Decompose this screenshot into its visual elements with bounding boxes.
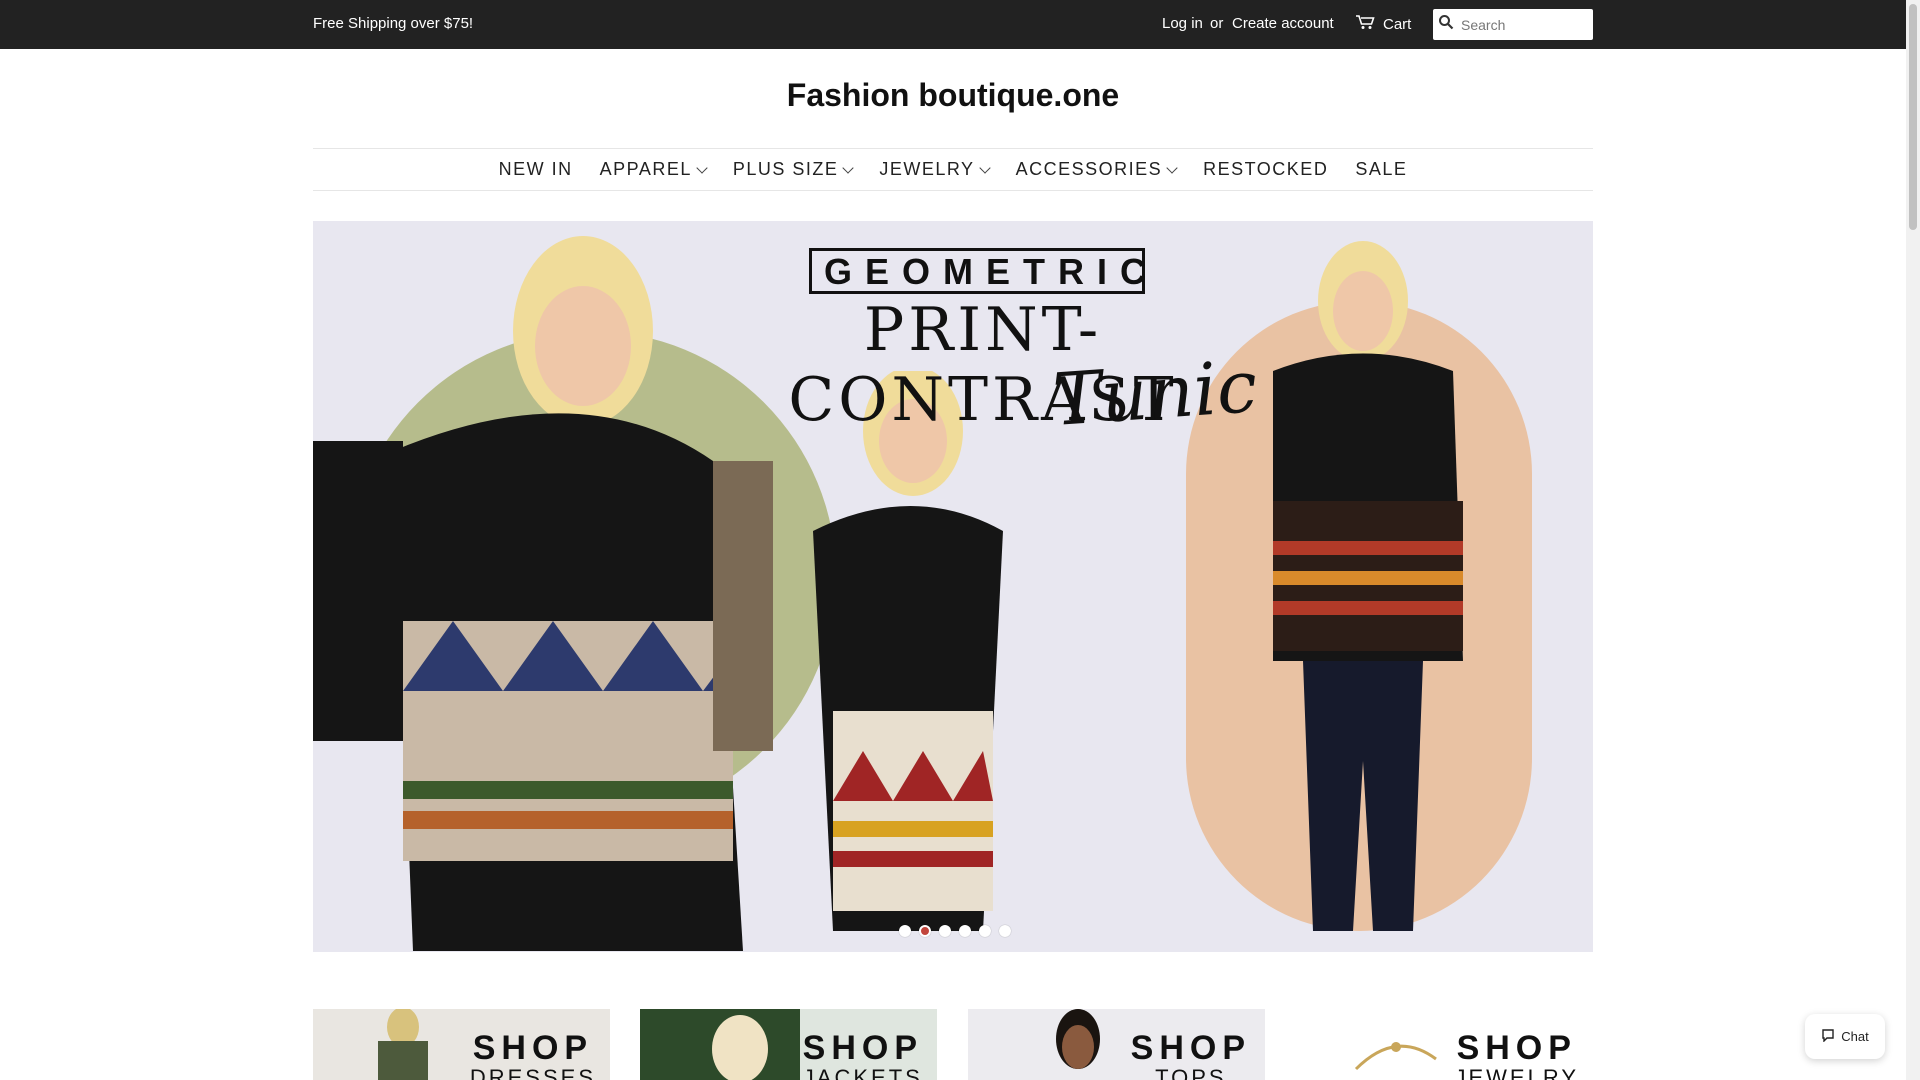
slide-dot-2[interactable] [919, 925, 931, 937]
site-logo[interactable]: Fashion boutique.one [0, 77, 1906, 114]
nav-item-apparel[interactable]: APPAREL [599, 159, 708, 180]
nav-label: NEW IN [498, 159, 573, 179]
hero-heading-tunic: Tunic [1050, 343, 1260, 443]
top-bar: Free Shipping over $75! Log in or Create… [0, 0, 1906, 49]
slide-dot-1[interactable] [899, 925, 911, 937]
nav-label: ACCESSORIES [1015, 159, 1163, 179]
or-separator: or [1210, 15, 1224, 32]
slide-dot-6[interactable] [999, 925, 1011, 937]
category-tiles: SHOP DRESSES SHOP JACKETS SHOP TOPS SHOP JEW… [313, 1009, 1593, 1080]
tile-line2: TOPS [1155, 1065, 1227, 1080]
chat-label: Chat [1841, 1029, 1869, 1044]
tile-shop-tops[interactable]: SHOP TOPS [968, 1009, 1265, 1080]
scrollbar-thumb[interactable] [1909, 4, 1917, 230]
slide-dot-3[interactable] [939, 925, 951, 937]
tile-image-tops [1056, 1009, 1100, 1069]
nav-item-plus-size[interactable]: PLUS SIZE [732, 159, 855, 180]
search-box[interactable] [1433, 9, 1593, 40]
cart-link[interactable]: Cart [1355, 14, 1411, 34]
search-input[interactable] [1459, 15, 1583, 34]
chat-icon [1821, 1028, 1835, 1045]
cart-label: Cart [1383, 15, 1412, 33]
slide-dot-4[interactable] [959, 925, 971, 937]
hero-model-center [813, 371, 1003, 931]
hero-heading-geometric: GEOMETRIC [809, 248, 1146, 294]
chevron-down-icon [842, 161, 855, 174]
create-account-link[interactable]: Create account [1232, 15, 1334, 32]
tile-image-dresses [378, 1009, 428, 1080]
tile-line1: SHOP [802, 1029, 923, 1067]
chevron-down-icon [696, 161, 708, 174]
tile-image-jackets [640, 1009, 800, 1080]
free-shipping-promo: Free Shipping over $75! [313, 15, 474, 32]
tile-line2: JEWELRY [1454, 1065, 1579, 1080]
page-scrollbar[interactable] [1906, 0, 1920, 1080]
nav-item-sale[interactable]: SALE [1355, 159, 1407, 180]
tile-line2: DRESSES [469, 1065, 596, 1080]
chevron-down-icon [1166, 161, 1178, 174]
nav-label: APPAREL [599, 159, 692, 179]
nav-label: SALE [1355, 159, 1408, 179]
nav-item-jewelry[interactable]: JEWELRY [879, 159, 991, 180]
tile-shop-dresses[interactable]: SHOP DRESSES [313, 1009, 610, 1080]
nav-label: RESTOCKED [1203, 159, 1329, 179]
nav-label: JEWELRY [879, 159, 975, 179]
hero-slideshow[interactable]: GEOMETRIC PRINT-CONTRAST Tunic [313, 221, 1593, 952]
main-nav: NEW IN APPAREL PLUS SIZE JEWELRY ACCESSO… [313, 148, 1593, 191]
tile-line1: SHOP [472, 1029, 594, 1067]
nav-label: PLUS SIZE [732, 159, 839, 179]
login-link[interactable]: Log in [1162, 15, 1203, 32]
tile-shop-jewelry[interactable]: SHOP JEWELRY [1296, 1009, 1593, 1080]
tile-line1: SHOP [1456, 1029, 1577, 1067]
nav-item-new-in[interactable]: NEW IN [499, 159, 573, 180]
tile-shop-jackets[interactable]: SHOP JACKETS [640, 1009, 937, 1080]
chat-button[interactable]: Chat [1805, 1014, 1885, 1059]
search-icon[interactable] [1433, 14, 1454, 35]
slideshow-dots [899, 925, 1011, 937]
nav-item-accessories[interactable]: ACCESSORIES [1015, 159, 1178, 180]
slide-dot-5[interactable] [979, 925, 991, 937]
tile-line1: SHOP [1130, 1029, 1251, 1067]
cart-icon [1355, 14, 1375, 34]
tile-line2: JACKETS [802, 1065, 923, 1080]
chevron-down-icon [978, 161, 991, 174]
nav-item-restocked[interactable]: RESTOCKED [1203, 159, 1328, 180]
